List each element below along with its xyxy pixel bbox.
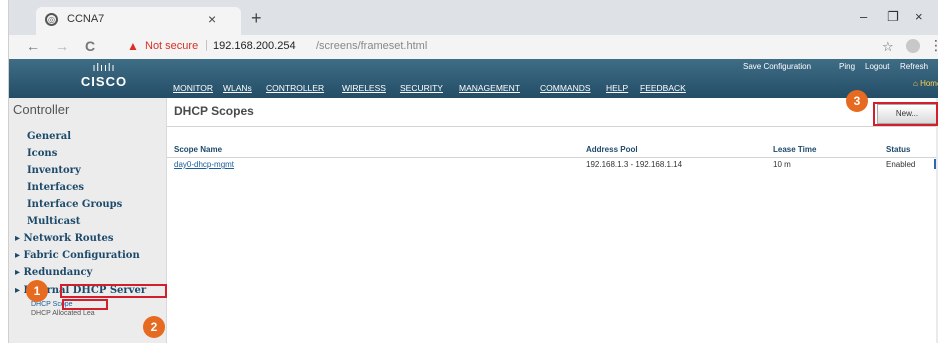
restore-icon[interactable]: ❐ — [887, 9, 899, 25]
home-link[interactable]: ⌂ Home — [913, 79, 938, 88]
reload-icon[interactable]: C — [85, 38, 95, 54]
status-cell: Enabled — [886, 160, 916, 169]
menu-commands[interactable]: COMMANDS — [540, 83, 591, 93]
sidebar-item-label: Fabric Configuration — [23, 250, 140, 261]
address-bar: ← → C ▲ Not secure | 192.168.200.254 /sc… — [9, 35, 938, 59]
menu-monitor[interactable]: MONITOR — [173, 83, 213, 93]
sidebar-item-inventory[interactable]: Inventory — [27, 165, 81, 176]
forward-icon[interactable]: → — [55, 38, 69, 54]
browser-tab-strip: ◎ CCNA7 × + – ❐ × — [9, 0, 938, 35]
expand-arrow-icon: ▸ — [15, 285, 21, 296]
ping-link[interactable]: Ping — [839, 62, 855, 71]
title-divider — [167, 126, 938, 127]
cisco-logo-word: CISCO — [80, 74, 128, 89]
sidebar-item-general[interactable]: General — [27, 131, 71, 142]
warning-icon: ▲ — [127, 39, 139, 53]
browser-tab[interactable]: ◎ CCNA7 × — [36, 7, 241, 35]
address-pool-cell: 192.168.1.3 - 192.168.1.14 — [586, 160, 683, 169]
highlight-box-new-button — [873, 102, 938, 126]
main-content: DHCP Scopes New... Scope Name Address Po… — [167, 98, 938, 343]
not-secure-label[interactable]: Not secure — [145, 40, 198, 52]
header-divider — [167, 157, 938, 158]
step-marker-2: 2 — [143, 316, 165, 338]
step-marker-1: 1 — [26, 280, 48, 302]
column-header-lease-time: Lease Time — [773, 145, 817, 154]
sidebar-item-interfaces[interactable]: Interfaces — [27, 182, 84, 193]
url-separator: | — [205, 39, 208, 51]
screenshot-frame: ◎ CCNA7 × + – ❐ × ← → C ▲ Not secure | 1… — [0, 0, 938, 343]
sidebar-item-fabric-configuration[interactable]: ▸ Fabric Configuration — [15, 250, 140, 261]
save-configuration-link[interactable]: Save Configuration — [743, 62, 811, 71]
sidebar-item-label: Redundancy — [23, 267, 93, 278]
sidebar-item-multicast[interactable]: Multicast — [27, 216, 80, 227]
cisco-logo: ılıılı CISCO — [75, 62, 133, 94]
menu-help[interactable]: HELP — [606, 83, 628, 93]
browser-menu-icon[interactable]: ⋮ — [929, 37, 938, 54]
home-icon: ⌂ — [913, 79, 918, 88]
home-label: Home — [920, 79, 938, 88]
sidebar-item-network-routes[interactable]: ▸ Network Routes — [15, 233, 113, 244]
sidebar-subitem-dhcp-allocated-leases[interactable]: DHCP Allocated Lea — [31, 310, 95, 317]
menu-management[interactable]: MANAGEMENT — [459, 83, 520, 93]
scope-name-link[interactable]: day0-dhcp-mgmt — [174, 160, 234, 169]
menu-wlans[interactable]: WLANs — [223, 83, 252, 93]
refresh-link[interactable]: Refresh — [900, 62, 928, 71]
column-header-address-pool: Address Pool — [586, 145, 638, 154]
expand-arrow-icon: ▸ — [15, 250, 21, 261]
globe-icon: ◎ — [45, 13, 58, 26]
back-icon[interactable]: ← — [26, 38, 40, 54]
profile-icon[interactable] — [906, 39, 920, 53]
sidebar-heading: Controller — [13, 102, 70, 117]
menu-security[interactable]: SECURITY — [400, 83, 443, 93]
minimize-icon[interactable]: – — [860, 9, 867, 24]
cisco-header: ılıılı CISCO MONITOR WLANs CONTROLLER WI… — [9, 59, 938, 98]
page-title: DHCP Scopes — [174, 104, 254, 118]
bookmark-star-icon[interactable]: ☆ — [882, 39, 894, 55]
highlight-box-dhcp-scope — [62, 299, 108, 310]
cisco-logo-bars: ılıılı — [92, 62, 116, 74]
sidebar-item-redundancy[interactable]: ▸ Redundancy — [15, 267, 92, 278]
step-marker-3: 3 — [846, 90, 868, 112]
menu-wireless[interactable]: WIRELESS — [342, 83, 386, 93]
column-header-scope-name: Scope Name — [174, 145, 223, 154]
new-tab-icon[interactable]: + — [251, 8, 262, 29]
url-host: 192.168.200.254 — [213, 40, 296, 52]
tab-close-icon[interactable]: × — [208, 11, 216, 27]
logout-link[interactable]: Logout — [865, 62, 889, 71]
menu-feedback[interactable]: FEEDBACK — [640, 83, 686, 93]
expand-arrow-icon: ▸ — [15, 233, 21, 244]
sidebar-item-icons[interactable]: Icons — [27, 148, 57, 159]
close-window-icon[interactable]: × — [915, 9, 923, 24]
lease-time-cell: 10 m — [773, 160, 791, 169]
column-header-status: Status — [886, 145, 911, 154]
tab-title: CCNA7 — [67, 13, 105, 25]
url-path: /screens/frameset.html — [316, 40, 428, 52]
menu-controller[interactable]: CONTROLLER — [266, 83, 324, 93]
sidebar-item-interface-groups[interactable]: Interface Groups — [27, 199, 122, 210]
sidebar-item-label: Network Routes — [23, 233, 114, 244]
url-input[interactable]: ▲ Not secure | 192.168.200.254 /screens/… — [127, 37, 897, 57]
expand-arrow-icon: ▸ — [15, 267, 21, 278]
highlight-box-internal-dhcp-server — [60, 284, 167, 298]
